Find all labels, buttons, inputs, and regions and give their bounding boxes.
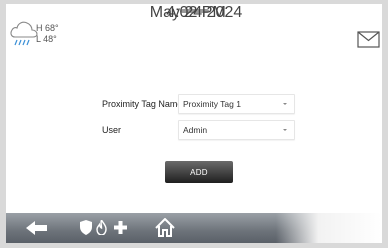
chevron-down-icon — [283, 129, 287, 131]
proximity-tag-name-label: Proximity Tag Name — [102, 99, 183, 109]
shield-icon[interactable] — [80, 220, 92, 235]
back-arrow-icon[interactable] — [26, 221, 48, 235]
user-select[interactable]: Admin — [178, 120, 295, 140]
weather-readout: H 68° L 48° — [36, 23, 59, 45]
weather-high: H 68° — [36, 23, 59, 33]
proximity-tag-value: Proximity Tag 1 — [183, 99, 241, 109]
navbar-strip — [6, 213, 382, 243]
proximity-tag-select[interactable]: Proximity Tag 1 — [178, 94, 295, 114]
clock-date: May 24 2024 — [149, 4, 243, 21]
user-value: Admin — [183, 125, 208, 135]
envelope-icon[interactable] — [357, 31, 380, 48]
bottom-navbar — [0, 213, 388, 248]
weather-low: L 48° — [36, 34, 57, 44]
app-screen: H 68° L 48° 4:02 PM May 24 2024 Proximit… — [6, 4, 382, 213]
medical-cross-icon[interactable] — [114, 221, 127, 234]
add-button[interactable]: ADD — [165, 161, 233, 183]
chevron-down-icon — [283, 103, 287, 105]
user-label: User — [102, 125, 122, 135]
home-icon[interactable] — [155, 218, 175, 237]
flame-icon[interactable] — [96, 220, 107, 235]
